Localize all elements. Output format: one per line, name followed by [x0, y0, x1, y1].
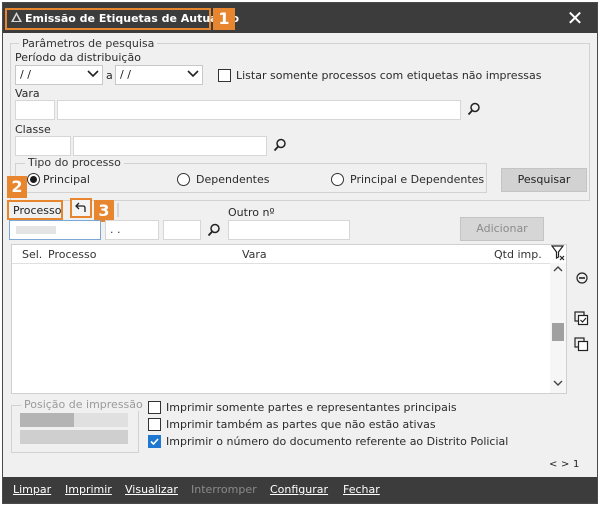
scroll-up-icon[interactable] — [550, 265, 566, 276]
pager-next[interactable]: > — [561, 459, 569, 470]
remove-icon[interactable] — [575, 271, 591, 287]
print-position-row-2[interactable] — [20, 430, 128, 444]
print-option-checkbox-2[interactable] — [148, 418, 161, 431]
dialog-window: Emissão de Etiquetas de Autuação 1 ✕ Par… — [2, 2, 598, 504]
annotation-badge-2: 2 — [7, 176, 27, 198]
search-icon[interactable] — [207, 223, 221, 240]
scroll-down-icon[interactable] — [550, 379, 566, 390]
search-icon[interactable] — [273, 138, 287, 155]
only-unprinted-label: Listar somente processos com etiquetas n… — [236, 69, 542, 82]
print-option-label-3: Imprimir o número do documento referente… — [166, 435, 509, 448]
close-button[interactable]: ✕ — [561, 7, 589, 29]
undo-arrow-icon — [75, 202, 87, 217]
processo-label: Processo — [13, 204, 62, 217]
divider — [117, 203, 119, 217]
undo-button[interactable] — [70, 198, 92, 218]
search-params-legend: Parâmetros de pesquisa — [19, 37, 158, 50]
title-highlight: Emissão de Etiquetas de Autuação — [5, 8, 239, 30]
pager-prev[interactable]: < — [549, 459, 557, 470]
date-from-select[interactable]: / / — [15, 65, 103, 85]
title-bar: Emissão de Etiquetas de Autuação 1 ✕ — [3, 3, 597, 33]
outro-numero-input[interactable] — [228, 220, 350, 240]
pager-page: 1 — [573, 459, 580, 470]
close-icon: ✕ — [566, 6, 584, 30]
footer-interromper[interactable]: Interromper — [191, 483, 257, 496]
process-type-legend: Tipo do processo — [25, 156, 124, 169]
window-title: Emissão de Etiquetas de Autuação — [25, 12, 240, 25]
print-position-legend: Posição de impressão — [21, 398, 146, 411]
annotation-badge-1: 1 — [213, 8, 235, 30]
col-sel[interactable]: Sel. — [22, 248, 42, 261]
only-unprinted-checkbox[interactable] — [218, 69, 231, 82]
period-label: Período da distribuição — [15, 51, 141, 64]
date-to-select[interactable]: / / — [115, 65, 203, 85]
print-position-cell-selected[interactable] — [20, 413, 74, 427]
print-option-checkbox-1[interactable] — [148, 401, 161, 414]
filter-icon[interactable] — [550, 245, 567, 261]
processo-mask: . . — [110, 223, 121, 236]
classe-code-input[interactable] — [15, 136, 71, 156]
radio-principal-dependentes[interactable] — [331, 173, 344, 186]
deselect-all-icon[interactable] — [574, 337, 590, 353]
search-icon[interactable] — [467, 102, 481, 119]
processo-number-input[interactable] — [9, 220, 101, 240]
footer-fechar[interactable]: Fechar — [343, 483, 380, 496]
grid-header: Sel. Processo Vara Qtd imp. — [12, 245, 550, 264]
radio-principal-label: Principal — [43, 173, 90, 186]
radio-dependentes[interactable] — [177, 173, 190, 186]
radio-principal[interactable] — [27, 173, 40, 186]
print-position-row-1[interactable] — [20, 413, 128, 427]
footer-bar: Limpar Imprimir Visualizar Interromper C… — [3, 477, 597, 503]
select-all-icon[interactable] — [574, 311, 590, 327]
pager: < > 1 — [547, 459, 593, 473]
outro-numero-label: Outro nº — [228, 206, 275, 219]
date-from-value: / / — [20, 68, 31, 81]
grid-scrollbar[interactable] — [550, 263, 566, 393]
date-to-value: / / — [120, 68, 131, 81]
processo-number-placeholder — [16, 226, 56, 234]
print-option-label-2: Imprimir também as partes que não estão … — [166, 418, 436, 431]
process-grid: Sel. Processo Vara Qtd imp. — [11, 244, 567, 394]
annotation-badge-3: 3 — [94, 200, 114, 222]
chevron-down-icon — [187, 67, 199, 84]
radio-dependentes-label: Dependentes — [196, 173, 270, 186]
print-option-checkbox-3[interactable] — [148, 435, 161, 448]
processo-suffix-input[interactable] — [163, 220, 201, 240]
processo-number-mask-input[interactable]: . . — [105, 220, 159, 240]
vara-name-input[interactable] — [57, 100, 461, 120]
classe-name-input[interactable] — [73, 136, 267, 156]
footer-configurar[interactable]: Configurar — [270, 483, 328, 496]
col-qtd-imp[interactable]: Qtd imp. — [494, 248, 542, 261]
add-button[interactable]: Adicionar — [460, 217, 544, 241]
classe-label: Classe — [15, 123, 51, 136]
chevron-down-icon — [87, 67, 99, 84]
col-processo[interactable]: Processo — [48, 248, 96, 261]
vara-label: Vara — [15, 87, 40, 100]
scroll-thumb[interactable] — [552, 323, 564, 341]
footer-visualizar[interactable]: Visualizar — [125, 483, 178, 496]
radio-principal-dependentes-label: Principal e Dependentes — [350, 173, 485, 186]
footer-limpar[interactable]: Limpar — [13, 483, 51, 496]
app-icon — [11, 10, 25, 28]
vara-code-input[interactable] — [15, 100, 55, 120]
print-option-label-1: Imprimir somente partes e representantes… — [166, 401, 457, 414]
date-separator: a — [106, 69, 113, 82]
processo-label-box: Processo — [7, 200, 63, 220]
col-vara[interactable]: Vara — [242, 248, 267, 261]
footer-imprimir[interactable]: Imprimir — [65, 483, 112, 496]
search-button[interactable]: Pesquisar — [501, 168, 587, 192]
